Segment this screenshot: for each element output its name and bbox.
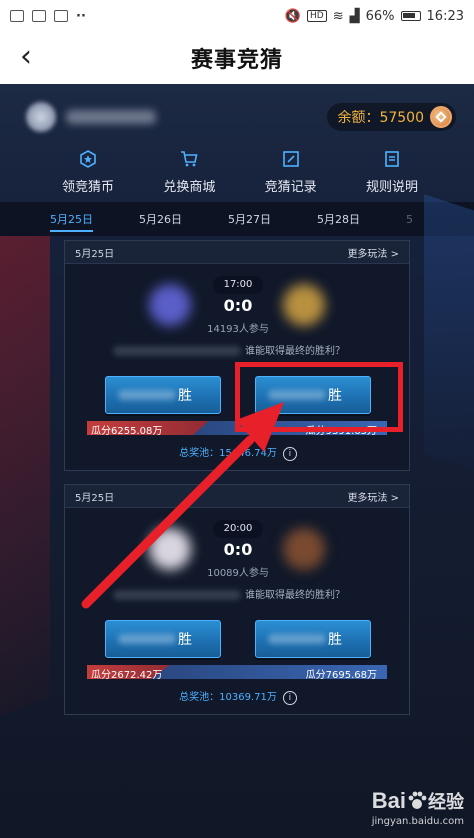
participants-count: 10089人参与 — [207, 568, 269, 579]
back-chevron-icon[interactable]: ‹ — [20, 42, 32, 72]
nav-exchange-store[interactable]: 兑换商城 — [141, 150, 237, 202]
coin-icon — [430, 106, 452, 128]
nav-label: 领竞猜币 — [61, 180, 114, 195]
nav-label: 竞猜记录 — [264, 180, 317, 195]
tab-date-1[interactable]: 5月25日 — [50, 211, 93, 232]
win-label: 胜 — [328, 632, 342, 648]
match-card: 5月25日 更多玩法 > 20:00 0:0 10089人参与 谁能取得最终的胜… — [64, 484, 410, 715]
more-options-link[interactable]: 更多玩法 > — [347, 245, 399, 260]
win-label: 胜 — [178, 388, 192, 404]
tab-date-next-partial[interactable]: 5 — [406, 213, 412, 226]
match-date: 5月25日 — [75, 248, 115, 260]
left-share-label: 瓜分6255.08万 — [91, 426, 163, 437]
baidu-jingyan-watermark: Bai 经验 jingyan.baidu.com — [354, 788, 464, 832]
nav-guess-records[interactable]: 竞猜记录 — [243, 150, 339, 202]
paw-icon — [408, 791, 427, 809]
balance-pill[interactable]: 余额：57500 — [327, 103, 456, 131]
team-name-blurred — [118, 390, 176, 400]
right-share-label: 瓜分7695.68万 — [305, 670, 377, 681]
feature-nav: 领竞猜币 兑换商城 竞猜记录 规则说明 — [40, 150, 440, 202]
battery-icon — [400, 11, 421, 21]
match-card-header: 5月25日 更多玩法 > — [65, 485, 409, 508]
date-tabs: 5月25日 5月26日 5月27日 5月28日 5 — [0, 202, 474, 236]
prize-pool-text: 总奖池：10369.71万 — [179, 692, 277, 703]
user-row: 余额：57500 — [26, 100, 456, 134]
nav-label: 规则说明 — [365, 180, 418, 195]
avatar[interactable] — [26, 102, 56, 132]
nav-claim-coins[interactable]: 领竞猜币 — [40, 150, 136, 202]
match-time: 20:00 — [213, 520, 263, 538]
folder-icon — [54, 10, 68, 22]
prize-pool-text: 总奖池：15646.74万 — [179, 448, 277, 459]
mute-icon: 🔇 — [284, 8, 302, 24]
username-blurred — [66, 110, 156, 124]
bet-left-win-button[interactable]: 胜 — [105, 620, 221, 658]
watermark-url: jingyan.baidu.com — [371, 816, 464, 827]
info-icon[interactable]: i — [282, 447, 297, 461]
main-content: 余额：57500 领竞猜币 兑换商城 竞猜记录 规则说明 5月25日 5月26日… — [0, 84, 474, 838]
tab-date-4[interactable]: 5月28日 — [317, 211, 360, 227]
match-date: 5月25日 — [75, 492, 115, 504]
info-icon[interactable]: i — [282, 691, 297, 705]
bet-right-win-button[interactable]: 胜 — [255, 620, 371, 658]
hd-badge: HD — [307, 10, 327, 22]
match-card-header: 5月25日 更多玩法 > — [65, 241, 409, 264]
left-share-label: 瓜分2672.42万 — [91, 670, 163, 681]
page-header: ‹ 赛事竞猜 — [0, 32, 474, 84]
team-name-blurred — [118, 634, 176, 644]
tab-date-2[interactable]: 5月26日 — [139, 211, 182, 227]
match-score: 0:0 — [223, 540, 253, 559]
watermark-suffix: 经验 — [428, 792, 464, 812]
image-icon — [32, 10, 46, 22]
signal-icon: ▟ — [349, 8, 360, 24]
question-blurred — [113, 346, 241, 356]
match-time: 17:00 — [213, 276, 263, 294]
participants-count: 14193人参与 — [207, 324, 269, 335]
star-badge-icon — [80, 150, 96, 168]
match-card: 5月25日 更多玩法 > 17:00 0:0 14193人参与 谁能取得最终的胜… — [64, 240, 410, 471]
prize-pool: 总奖池：10369.71万 i — [65, 688, 411, 705]
bet-right-win-button[interactable]: 胜 — [255, 376, 371, 414]
team-name-blurred — [268, 634, 326, 644]
balance-label: 余额：57500 — [337, 110, 424, 126]
page-title: 赛事竞猜 — [190, 47, 283, 73]
watermark-brand: Bai — [371, 788, 406, 813]
prize-pool: 总奖池：15646.74万 i — [65, 444, 411, 461]
nav-label: 兑换商城 — [163, 180, 216, 195]
cart-icon — [181, 151, 198, 167]
match-card-body: 20:00 0:0 10089人参与 谁能取得最终的胜利？ 胜 胜 瓜分2672… — [65, 508, 409, 714]
win-label: 胜 — [328, 388, 342, 404]
wifi-icon: ≋ — [332, 8, 344, 24]
match-card-body: 17:00 0:0 14193人参与 谁能取得最终的胜利？ 胜 胜 瓜分6255… — [65, 264, 409, 470]
win-label: 胜 — [178, 632, 192, 648]
battery-percent: 66% — [365, 8, 395, 24]
record-icon — [282, 151, 299, 167]
team-name-blurred — [268, 390, 326, 400]
app-icon — [10, 10, 24, 22]
rules-icon — [385, 151, 399, 167]
match-score: 0:0 — [223, 296, 253, 315]
status-bar: ·· 🔇 HD ≋ ▟ 66% 16:23 — [0, 0, 474, 32]
more-options-link[interactable]: 更多玩法 > — [347, 489, 399, 504]
tab-date-3[interactable]: 5月27日 — [228, 211, 271, 227]
match-question: 谁能取得最终的胜利？ — [245, 346, 345, 357]
nav-rules[interactable]: 规则说明 — [344, 150, 440, 202]
app-root: ·· 🔇 HD ≋ ▟ 66% 16:23 ‹ 赛事竞猜 余额：57500 领竞… — [0, 0, 474, 838]
match-question: 谁能取得最终的胜利？ — [245, 590, 345, 601]
clock: 16:23 — [426, 8, 464, 24]
question-blurred — [113, 590, 241, 600]
bet-left-win-button[interactable]: 胜 — [105, 376, 221, 414]
right-share-label: 瓜分9391.65万 — [305, 426, 377, 437]
more-dots-icon: ·· — [76, 8, 86, 24]
